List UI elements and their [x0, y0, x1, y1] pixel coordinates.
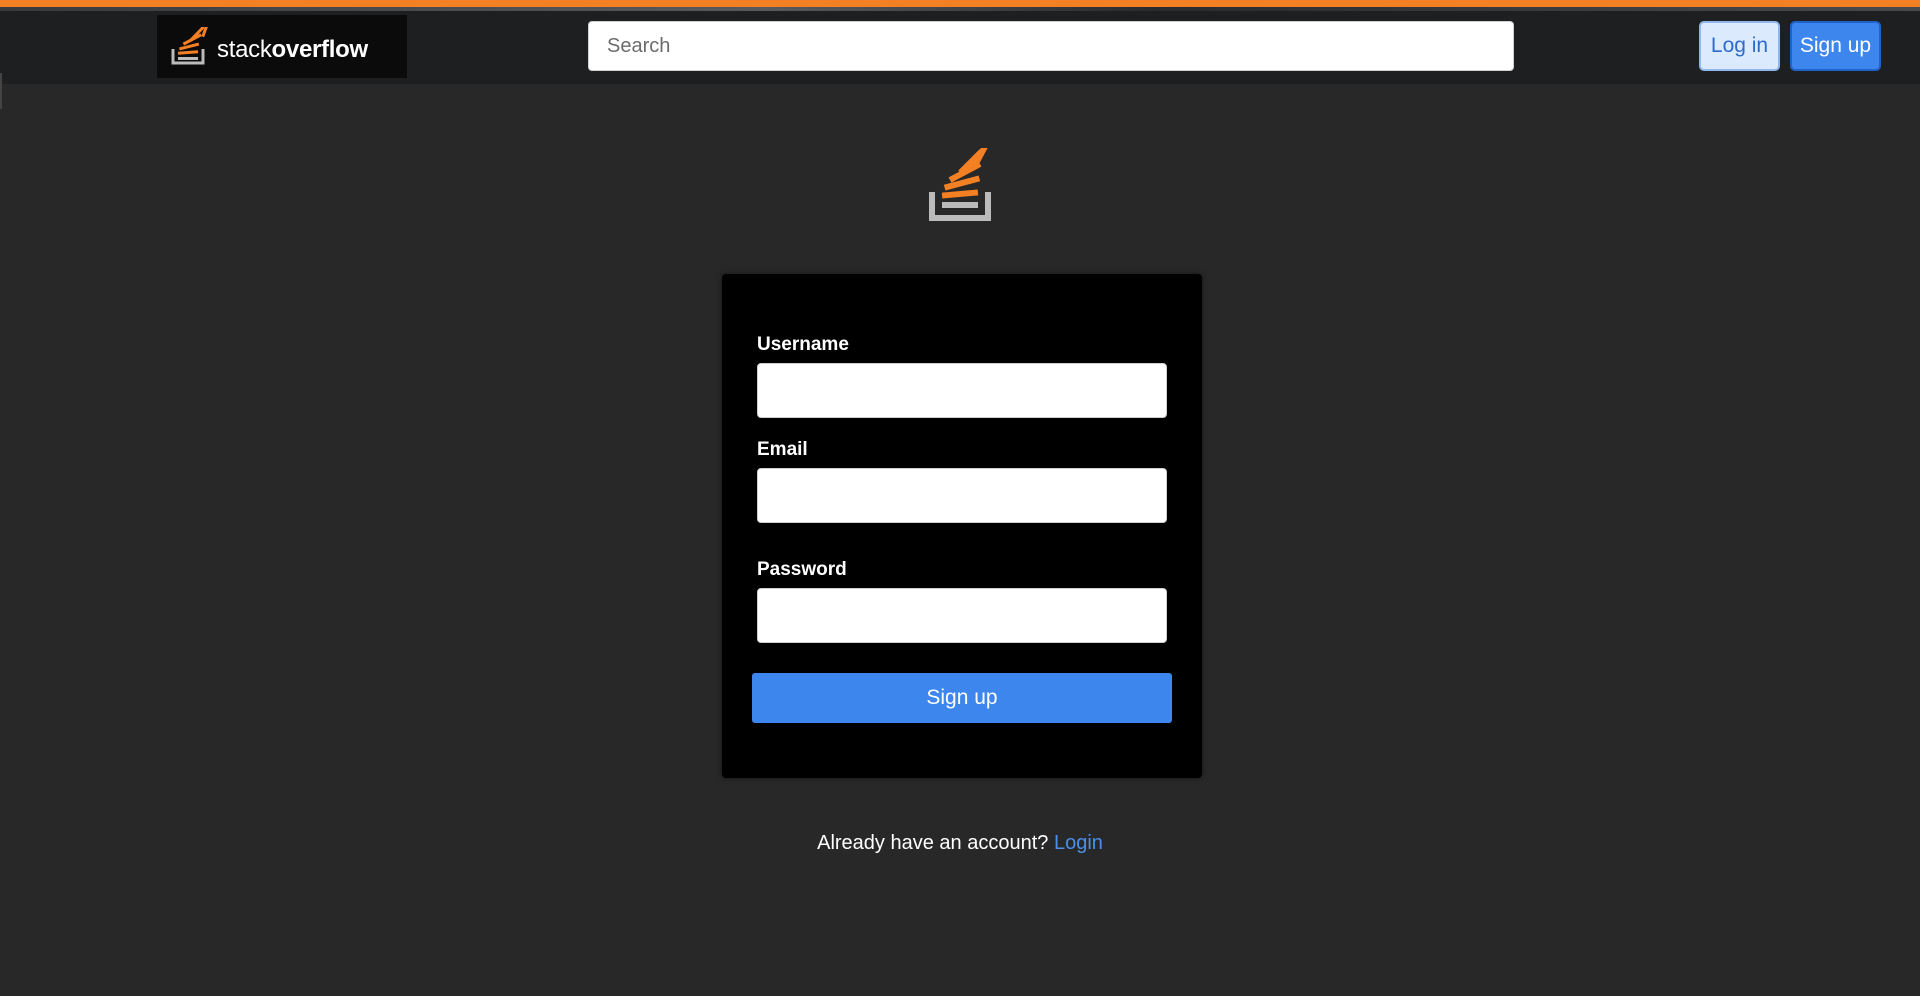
signup-submit-button[interactable]: Sign up	[752, 673, 1172, 723]
email-label: Email	[757, 439, 808, 460]
logo-wordmark: stackoverflow	[217, 30, 368, 64]
username-label: Username	[757, 334, 849, 355]
left-edge-marker	[0, 73, 2, 109]
login-prompt-text: Already have an account?	[817, 832, 1049, 854]
signup-button[interactable]: Sign up	[1790, 21, 1881, 71]
password-label: Password	[757, 559, 847, 580]
username-field[interactable]	[757, 363, 1167, 418]
login-link[interactable]: Login	[1054, 832, 1103, 854]
login-prompt: Already have an account? Login	[0, 832, 1920, 855]
stackoverflow-logo-icon	[171, 26, 210, 64]
top-accent-strip	[0, 7, 1920, 11]
stackoverflow-emblem-icon	[928, 141, 994, 229]
email-field[interactable]	[757, 468, 1167, 523]
logo-text-bold: overflow	[271, 35, 369, 63]
login-button[interactable]: Log in	[1699, 21, 1780, 71]
search-input[interactable]	[588, 21, 1514, 71]
signup-card: Username Email Password Sign up	[722, 274, 1202, 778]
site-logo[interactable]: stackoverflow	[157, 15, 407, 78]
logo-text-light: stack	[217, 35, 272, 63]
password-field[interactable]	[757, 588, 1167, 643]
